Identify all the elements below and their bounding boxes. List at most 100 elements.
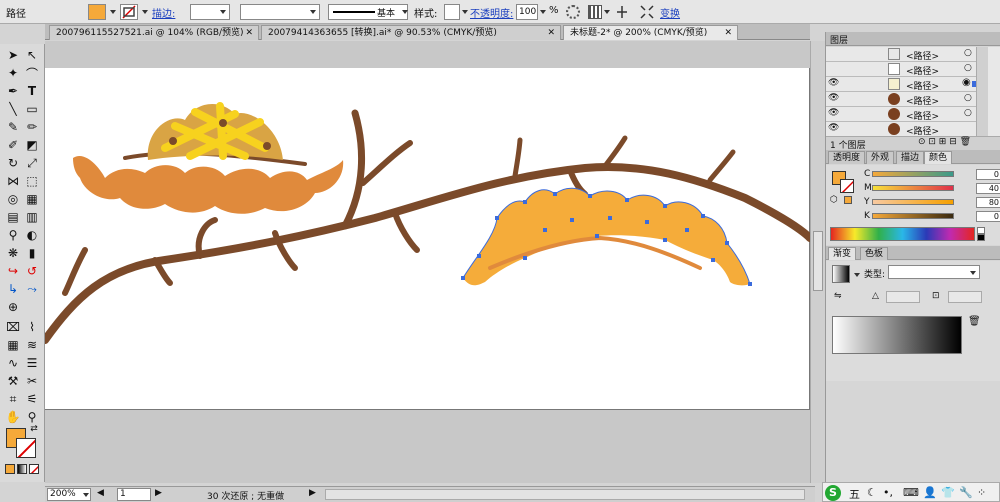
blob-brush-tool-icon[interactable]: ✐ bbox=[4, 136, 22, 154]
eye-icon[interactable]: 👁 bbox=[828, 93, 839, 103]
grid-icon[interactable]: ⁘ bbox=[977, 486, 986, 499]
expand-icon[interactable] bbox=[640, 5, 654, 19]
punctuation-icon[interactable]: •, bbox=[883, 486, 893, 499]
crop-tool-icon[interactable]: ⌗ bbox=[4, 390, 22, 408]
eraser-tool-icon[interactable]: ◩ bbox=[23, 136, 41, 154]
wrench-icon[interactable]: 🔧 bbox=[959, 486, 973, 499]
black-swatch[interactable] bbox=[977, 234, 985, 241]
channel-bar[interactable] bbox=[872, 213, 954, 219]
variable-width-select[interactable] bbox=[240, 4, 320, 20]
color-spectrum[interactable] bbox=[830, 227, 975, 241]
channel-value[interactable]: 0 bbox=[976, 169, 1000, 180]
channel-bar[interactable] bbox=[872, 199, 954, 205]
transform-link[interactable]: 变换 bbox=[660, 5, 680, 20]
lasso-tool-icon[interactable]: ⌒ bbox=[23, 64, 41, 82]
gradient-type-dropdown-icon[interactable] bbox=[970, 271, 976, 275]
hand-tool-icon[interactable]: ✋ bbox=[4, 408, 22, 426]
variable-width-dropdown-icon[interactable] bbox=[310, 10, 316, 14]
last-color-swatch[interactable] bbox=[844, 196, 852, 204]
layer-row[interactable]: 👁 <路径> ◉ bbox=[826, 77, 978, 92]
gradient-type-select[interactable] bbox=[888, 265, 980, 279]
layer-row[interactable]: 👁 <路径> ○ bbox=[826, 92, 976, 107]
angle-input[interactable] bbox=[886, 291, 920, 303]
tab-transparency[interactable]: 透明度 bbox=[828, 151, 866, 164]
layer-row[interactable]: <路径> ○ bbox=[826, 62, 976, 77]
scroll-thumb[interactable] bbox=[813, 231, 823, 291]
tab-stroke[interactable]: 描边 bbox=[896, 151, 925, 164]
measure-tool-icon[interactable]: ⚟ bbox=[23, 390, 41, 408]
ime-logo[interactable]: S bbox=[825, 485, 841, 501]
user-icon[interactable]: 👤 bbox=[923, 486, 937, 499]
gradient-dropdown-icon[interactable] bbox=[854, 273, 860, 277]
keyboard-icon[interactable]: ⌨ bbox=[903, 486, 919, 499]
selection-tool-icon[interactable]: ➤ bbox=[4, 46, 22, 64]
column-graph-tool-icon[interactable]: ▮ bbox=[23, 244, 41, 262]
fill-dropdown-icon[interactable] bbox=[110, 10, 116, 14]
tab-color[interactable]: 颜色 bbox=[924, 151, 953, 164]
zigzag-tool-icon[interactable]: ∿ bbox=[4, 354, 22, 372]
gradient-slider[interactable] bbox=[832, 316, 962, 354]
channel-value[interactable]: 40 bbox=[976, 183, 1000, 194]
layer-actions-icons[interactable]: ⊙ ⊡ ⊞ ⊟ 🗑 bbox=[918, 137, 971, 147]
layers-scrollbar[interactable] bbox=[976, 47, 988, 137]
rotate-tool-icon[interactable]: ↻ bbox=[4, 154, 22, 172]
cube-icon[interactable]: ⬡ bbox=[830, 195, 838, 205]
align-dropdown-icon[interactable] bbox=[604, 10, 610, 14]
fill-swatch[interactable] bbox=[88, 4, 106, 20]
ime-mode-label[interactable]: 五 bbox=[849, 486, 860, 502]
layer-row[interactable]: 👁 <路径> ○ bbox=[826, 107, 976, 122]
tab-appearance[interactable]: 外观 bbox=[866, 151, 895, 164]
layer-row[interactable]: <路径> ○ bbox=[826, 47, 976, 62]
red-curve-tool-icon[interactable]: ↺ bbox=[23, 262, 41, 280]
channel-value[interactable]: 80 bbox=[976, 197, 1000, 208]
white-swatch[interactable] bbox=[977, 227, 985, 234]
channel-bar[interactable] bbox=[872, 171, 954, 177]
red-arrow-tool-icon[interactable]: ↪ bbox=[4, 262, 22, 280]
perspective-grid-tool-icon[interactable]: ▤ bbox=[4, 208, 22, 226]
paintbrush-tool-icon[interactable]: ✎ bbox=[4, 118, 22, 136]
graphic-style-swatch[interactable] bbox=[444, 4, 460, 20]
graph-tool-icon[interactable]: ▦ bbox=[4, 336, 22, 354]
symbol-sprayer-tool-icon[interactable]: ❋ bbox=[4, 244, 22, 262]
style-dropdown-icon[interactable] bbox=[462, 10, 468, 14]
blue-curve-tool-icon[interactable]: ⤳ bbox=[23, 280, 41, 298]
zoom-dropdown-icon[interactable] bbox=[83, 493, 89, 497]
isolate-icon[interactable] bbox=[616, 5, 628, 19]
tab-document-2[interactable]: 20079414363655 [转换].ai* @ 90.53% (CMYK/预… bbox=[261, 25, 561, 40]
opacity-dropdown-icon[interactable] bbox=[540, 10, 546, 14]
tab-swatches[interactable]: 色板 bbox=[860, 247, 889, 260]
pencil-tool-icon[interactable]: ✏ bbox=[23, 118, 41, 136]
recolor-icon[interactable] bbox=[566, 5, 580, 19]
target-icon[interactable]: ○ bbox=[964, 93, 972, 103]
target-selected-icon[interactable]: ◉ bbox=[962, 77, 971, 88]
tab-document-3[interactable]: 未标题-2* @ 200% (CMYK/预览) ✕ bbox=[563, 25, 738, 40]
blend-tool-icon[interactable]: ◐ bbox=[23, 226, 41, 244]
target-icon[interactable]: ○ bbox=[964, 63, 972, 73]
tab-gradient[interactable]: 渐变 bbox=[828, 247, 857, 260]
align-icon[interactable] bbox=[588, 5, 602, 19]
shirt-icon[interactable]: 👕 bbox=[941, 486, 955, 499]
scale-tool-icon[interactable]: ⤢ bbox=[23, 154, 41, 172]
mesh-tool-icon[interactable]: ⌇ bbox=[23, 318, 41, 336]
close-icon[interactable]: ✕ bbox=[724, 26, 732, 40]
free-transform-tool-icon[interactable]: ⬚ bbox=[23, 172, 41, 190]
pen-tool-icon[interactable]: ✒ bbox=[4, 82, 22, 100]
stroke-color-box[interactable] bbox=[16, 438, 36, 458]
none-mode-icon[interactable] bbox=[29, 464, 39, 474]
live-paint-tool-icon[interactable]: ▦ bbox=[23, 190, 41, 208]
cyan-slider[interactable]: C 0 % bbox=[864, 169, 1000, 181]
shape-builder-tool-icon[interactable]: ◎ bbox=[4, 190, 22, 208]
stroke-dropdown-icon[interactable] bbox=[142, 10, 148, 14]
channel-value[interactable]: 0 bbox=[976, 211, 1000, 222]
line-tool-icon[interactable]: ╲ bbox=[4, 100, 22, 118]
trash-icon[interactable]: 🗑 bbox=[968, 316, 981, 327]
next-page-icon[interactable]: ▶ bbox=[155, 488, 162, 498]
tab-document-1[interactable]: 200796115527521.ai @ 104% (RGB/预览) ✕ bbox=[49, 25, 259, 40]
direct-selection-tool-icon[interactable]: ↖ bbox=[23, 46, 41, 64]
status-menu-icon[interactable]: ▶ bbox=[309, 488, 316, 498]
eyedropper-tool-icon[interactable]: ⚲ bbox=[4, 226, 22, 244]
gradient-preview[interactable] bbox=[832, 265, 850, 283]
brush-select[interactable]: 基本 bbox=[328, 4, 408, 20]
stroke-weight-dropdown-icon[interactable] bbox=[220, 10, 226, 14]
close-icon[interactable]: ✕ bbox=[245, 26, 253, 40]
